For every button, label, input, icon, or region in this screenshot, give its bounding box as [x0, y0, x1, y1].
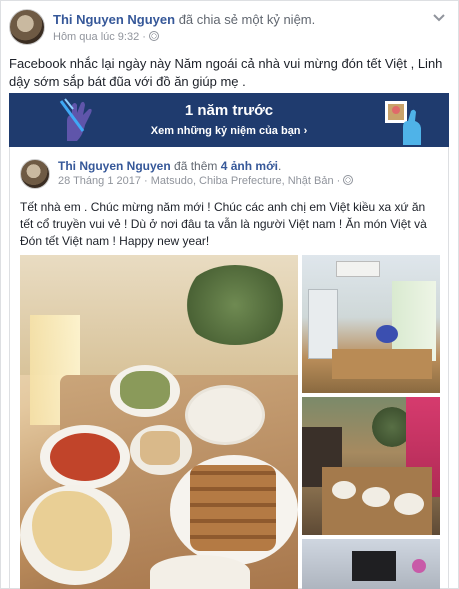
shared-avatar[interactable]	[20, 159, 50, 189]
shared-body: Tết nhà em . Chúc mừng năm mới ! Chúc cá…	[20, 200, 427, 248]
kitchen-room-photo[interactable]	[302, 255, 440, 393]
post-timestamp[interactable]: Hôm qua lúc 9:32 ·	[53, 31, 146, 43]
photo-hand-icon	[385, 101, 421, 145]
shared-post: Thi Nguyen Nguyen đã thêm 4 ảnh mới. 28 …	[9, 147, 449, 589]
post-action: đã chia sẻ một kỷ niệm.	[178, 12, 316, 27]
shared-author-name[interactable]: Thi Nguyen Nguyen	[58, 159, 171, 173]
red-salad	[50, 433, 120, 481]
shared-action-prefix: đã thêm	[174, 159, 221, 173]
television	[352, 551, 396, 581]
memory-banner[interactable]: 1 năm trước Xem những kỷ niệm của bạn ›	[9, 93, 449, 147]
living-room-photo[interactable]	[302, 539, 440, 589]
photo-grid	[20, 255, 440, 589]
plate	[150, 555, 250, 589]
shared-meta-line: 28 Tháng 1 2017 · Matsudo, Chiba Prefect…	[58, 175, 354, 187]
spring-rolls	[190, 465, 276, 551]
post-header-line: Thi Nguyen Nguyen đã chia sẻ một kỷ niệm…	[53, 12, 315, 27]
memory-post: Thi Nguyen Nguyen đã chia sẻ một kỷ niệm…	[0, 0, 459, 589]
plate	[332, 481, 356, 499]
post-header: Thi Nguyen Nguyen đã chia sẻ một kỷ niệm…	[9, 9, 450, 49]
flowers	[412, 559, 426, 573]
plate	[394, 493, 424, 515]
plant-foliage	[180, 265, 290, 345]
gio-lua	[140, 431, 180, 465]
shared-action-suffix: .	[277, 159, 282, 173]
dining-table	[332, 349, 432, 379]
shared-header-line: Thi Nguyen Nguyen đã thêm 4 ảnh mới.	[58, 159, 281, 173]
shared-photo-count[interactable]: 4 ảnh mới	[221, 159, 278, 173]
post-time-line: Hôm qua lúc 9:32 ·	[53, 31, 159, 43]
chevron-down-icon[interactable]	[432, 13, 446, 23]
shared-meta[interactable]: 28 Tháng 1 2017 · Matsudo, Chiba Prefect…	[58, 175, 340, 187]
plate	[362, 487, 390, 507]
flower-vase	[376, 325, 398, 343]
globe-icon	[148, 31, 159, 41]
air-conditioner	[336, 261, 380, 277]
globe-icon	[343, 175, 354, 185]
avatar[interactable]	[9, 9, 45, 45]
author-name[interactable]: Thi Nguyen Nguyen	[53, 12, 175, 27]
feast-table-photo[interactable]	[20, 255, 298, 589]
post-caption: Facebook nhắc lại ngày này Năm ngoái cả …	[9, 56, 443, 89]
soup-bowl	[185, 385, 265, 445]
family-table-photo[interactable]	[302, 397, 440, 535]
banh-chung	[120, 371, 170, 409]
